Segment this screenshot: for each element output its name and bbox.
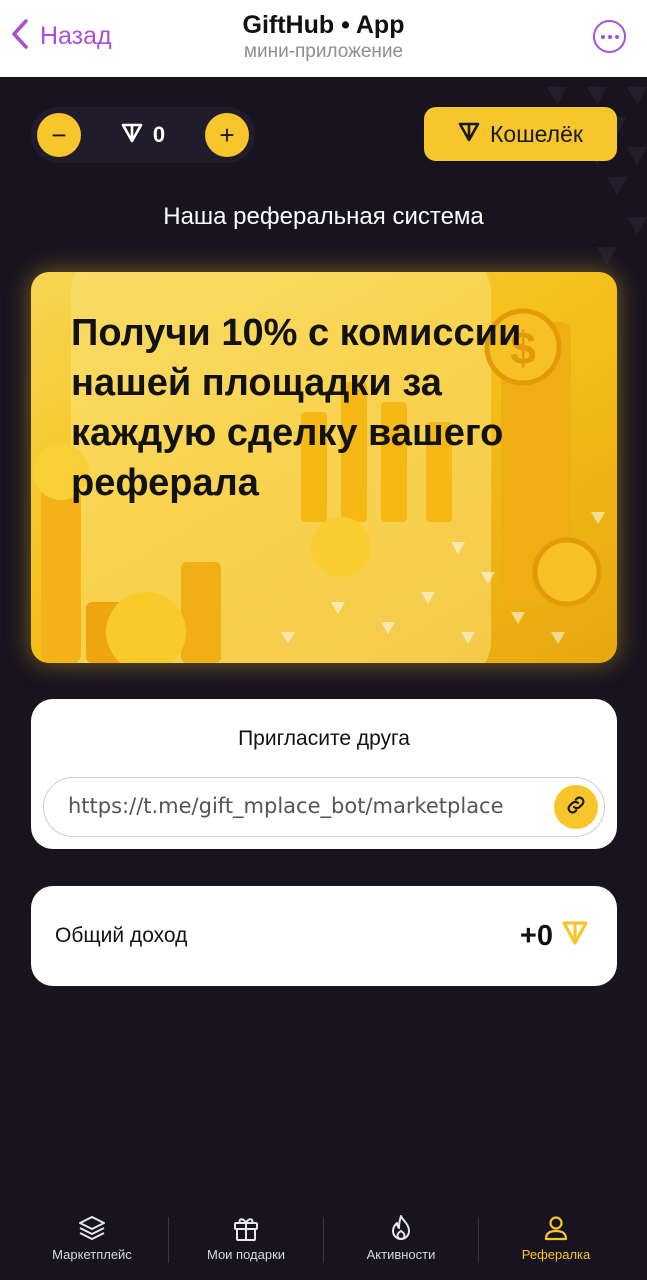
nav-label-activities: Активности — [366, 1247, 436, 1262]
nav-item-referral[interactable]: Рефералка — [476, 1197, 636, 1280]
income-value: +0 — [519, 919, 553, 952]
nav-label-referral: Рефералка — [521, 1247, 591, 1262]
more-options-icon[interactable] — [593, 20, 626, 53]
title-block: GiftHub • App мини-приложение — [0, 10, 647, 64]
nav-item-my-gifts[interactable]: Мои подарки — [166, 1197, 326, 1280]
income-card: Общий доход +0 — [31, 886, 617, 986]
promo-banner: $ Получи 10% с комиссии нашей площадки з… — [31, 272, 617, 663]
ton-icon — [121, 121, 143, 149]
income-display: +0 — [520, 886, 589, 986]
nav-item-marketplace[interactable]: Маркетплейс — [12, 1197, 172, 1280]
nav-label-my-gifts: Мои подарки — [206, 1247, 286, 1262]
link-icon — [564, 793, 588, 822]
increase-button[interactable]: + — [205, 113, 249, 157]
referral-link[interactable]: https://t.me/gift_mplace_bot/marketplace — [68, 778, 538, 835]
promo-text: Получи 10% с комиссии нашей площадки за … — [71, 312, 522, 504]
referral-link-field[interactable]: https://t.me/gift_mplace_bot/marketplace — [43, 777, 605, 837]
wallet-button[interactable]: Кошелёк — [424, 107, 617, 161]
user-icon — [476, 1213, 636, 1243]
layers-icon — [12, 1213, 172, 1243]
flame-icon — [321, 1213, 481, 1243]
balance-pill: 0 − + — [31, 107, 255, 163]
decrease-button[interactable]: − — [37, 113, 81, 157]
app-content: 0 − + Кошелёк Наша реферальная система $ — [0, 77, 647, 1280]
copy-link-button[interactable] — [554, 785, 598, 829]
nav-item-activities[interactable]: Активности — [321, 1197, 481, 1280]
balance-value: 0 — [152, 122, 166, 147]
wallet-label: Кошелёк — [490, 120, 583, 147]
telegram-header: Назад GiftHub • App мини-приложение — [0, 0, 647, 77]
income-label: Общий доход — [55, 924, 188, 947]
nav-label-marketplace: Маркетплейс — [52, 1247, 132, 1262]
invite-title: Пригласите друга — [238, 727, 410, 750]
section-title: Наша реферальная система — [163, 203, 484, 230]
ton-icon — [458, 120, 480, 148]
app-title: GiftHub • App — [242, 11, 405, 39]
gift-icon — [166, 1213, 326, 1243]
ton-icon — [561, 918, 589, 954]
bottom-navigation: Маркетплейс Мои подарки Активности Рефер… — [0, 1197, 647, 1280]
app-subtitle: мини-приложение — [243, 41, 404, 62]
invite-card: Пригласите друга https://t.me/gift_mplac… — [31, 699, 617, 849]
